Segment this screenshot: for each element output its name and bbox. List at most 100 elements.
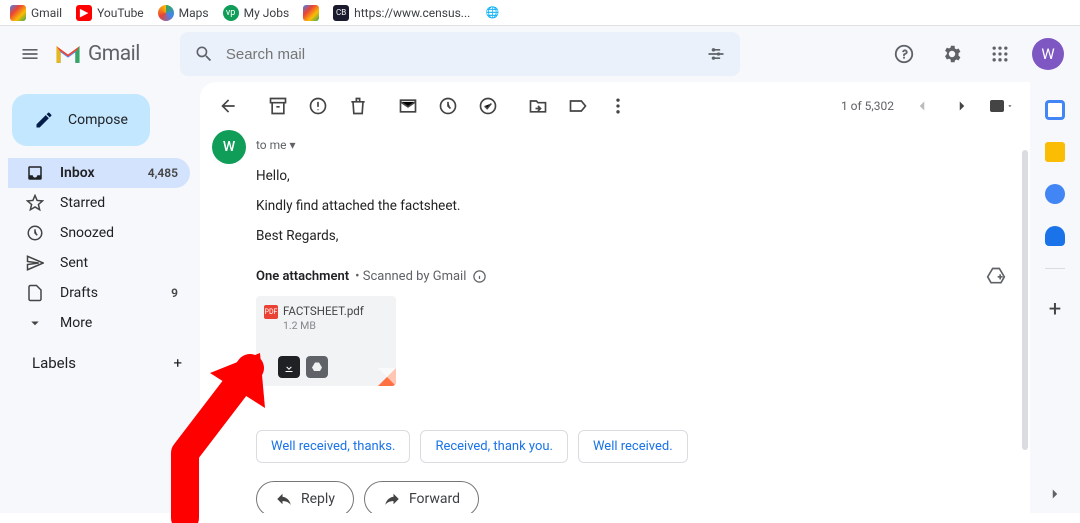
- hide-panel-button[interactable]: [1046, 485, 1064, 503]
- sidebar-item-drafts[interactable]: Drafts 9: [8, 278, 190, 308]
- task-icon: [478, 96, 498, 116]
- get-addons-button[interactable]: +: [1049, 297, 1061, 322]
- move-button[interactable]: [526, 94, 550, 118]
- calendar-app-icon[interactable]: [1045, 100, 1065, 120]
- globe-icon: 🌐: [484, 5, 500, 21]
- account-avatar[interactable]: W: [1032, 38, 1064, 70]
- attachment-card[interactable]: PDFFACTSHEET.pdf 1.2 MB: [256, 296, 396, 386]
- pdf-icon: PDF: [264, 305, 278, 319]
- sidebar-item-sent[interactable]: Sent: [8, 248, 190, 278]
- input-tools-button[interactable]: [990, 94, 1014, 118]
- labels-button[interactable]: [566, 94, 590, 118]
- star-icon: [26, 194, 44, 212]
- message-body: W to me ▾ Hello, Kindly find attached th…: [200, 130, 1030, 513]
- sender-avatar[interactable]: W: [212, 130, 246, 164]
- save-all-drive-button[interactable]: [986, 266, 1006, 286]
- smart-reply-1[interactable]: Well received, thanks.: [256, 430, 410, 463]
- trash-icon: [348, 96, 368, 116]
- gmail-logo[interactable]: Gmail: [54, 42, 140, 66]
- draft-icon: [26, 284, 44, 302]
- sidebar-item-inbox[interactable]: Inbox 4,485: [8, 158, 190, 188]
- chevron-right-icon: [1046, 485, 1064, 503]
- archive-icon: [268, 96, 288, 116]
- info-icon[interactable]: [472, 269, 487, 284]
- snooze-button[interactable]: [436, 94, 460, 118]
- mark-unread-button[interactable]: [396, 94, 420, 118]
- next-message-button[interactable]: [950, 94, 974, 118]
- main-menu-button[interactable]: [8, 32, 52, 76]
- attachment-header: One attachment • Scanned by Gmail: [256, 266, 1006, 286]
- bookmark-gmail[interactable]: Gmail: [10, 5, 62, 21]
- forward-icon: [383, 490, 401, 508]
- apps-button[interactable]: [980, 34, 1020, 74]
- help-icon: [893, 43, 915, 65]
- keep-app-icon[interactable]: [1045, 142, 1065, 162]
- contacts-app-icon[interactable]: [1045, 226, 1065, 246]
- inbox-icon: [26, 164, 44, 182]
- bookmark-globe[interactable]: 🌐: [484, 5, 500, 21]
- back-button[interactable]: [216, 94, 240, 118]
- tasks-app-icon[interactable]: [1045, 184, 1065, 204]
- add-label-button[interactable]: +: [173, 354, 182, 372]
- support-button[interactable]: [884, 34, 924, 74]
- body-line: Kindly find attached the factsheet.: [256, 198, 1006, 214]
- recipient-line[interactable]: to me ▾: [256, 138, 1006, 152]
- message-count: 1 of 5,302: [841, 99, 894, 113]
- chevron-right-icon: [953, 97, 971, 115]
- chevron-left-icon: [913, 97, 931, 115]
- body-line: Hello,: [256, 168, 1006, 184]
- save-to-drive-button[interactable]: [306, 356, 328, 378]
- clock-icon: [26, 224, 44, 242]
- smart-reply-2[interactable]: Received, thank you.: [420, 430, 568, 463]
- message-pane: 1 of 5,302 W to me ▾ Hello, Kindly find …: [200, 82, 1030, 513]
- mail-icon: [398, 96, 418, 116]
- chevron-down-icon: [26, 314, 44, 332]
- sidebar-item-starred[interactable]: Starred: [8, 188, 190, 218]
- spam-button[interactable]: [306, 94, 330, 118]
- add-task-button[interactable]: [476, 94, 500, 118]
- sidebar-item-snoozed[interactable]: Snoozed: [8, 218, 190, 248]
- labels-header: Labels +: [8, 338, 200, 372]
- message-toolbar: 1 of 5,302: [200, 82, 1030, 130]
- scrollbar[interactable]: [1022, 150, 1028, 450]
- delete-button[interactable]: [346, 94, 370, 118]
- drive-icon: [311, 361, 323, 373]
- smart-reply-3[interactable]: Well received.: [578, 430, 688, 463]
- bookmark-m[interactable]: [303, 5, 319, 21]
- attachment-name: PDFFACTSHEET.pdf: [264, 304, 388, 319]
- more-actions-button[interactable]: [606, 94, 630, 118]
- reply-button[interactable]: Reply: [256, 481, 354, 513]
- prev-message-button[interactable]: [910, 94, 934, 118]
- settings-button[interactable]: [932, 34, 972, 74]
- smart-reply-row: Well received, thanks. Received, thank y…: [256, 430, 1006, 463]
- archive-button[interactable]: [266, 94, 290, 118]
- gmail-m-icon: [54, 43, 82, 65]
- bookmark-bar: Gmail ▶YouTube Maps vpMy Jobs CBhttps://…: [0, 0, 1080, 26]
- bookmark-myjobs[interactable]: vpMy Jobs: [223, 5, 290, 21]
- sidebar: Compose Inbox 4,485 Starred Snoozed Sent…: [0, 82, 200, 513]
- arrow-left-icon: [218, 96, 238, 116]
- expand-recipients-icon: ▾: [290, 138, 296, 152]
- compose-button[interactable]: Compose: [12, 94, 150, 146]
- clock-icon: [438, 96, 458, 116]
- search-options-icon[interactable]: [706, 44, 726, 64]
- body-line: Best Regards,: [256, 228, 1006, 244]
- drive-add-icon: [986, 266, 1006, 286]
- bookmark-youtube[interactable]: ▶YouTube: [76, 5, 144, 21]
- search-bar[interactable]: [180, 32, 740, 76]
- download-attachment-button[interactable]: [278, 356, 300, 378]
- label-icon: [568, 96, 588, 116]
- bookmark-maps[interactable]: Maps: [158, 5, 209, 21]
- bookmark-census[interactable]: CBhttps://www.census...: [333, 5, 470, 21]
- send-icon: [26, 254, 44, 272]
- search-input[interactable]: [226, 46, 694, 63]
- more-vert-icon: [608, 96, 628, 116]
- search-icon: [194, 44, 214, 64]
- side-panel: +: [1030, 82, 1080, 513]
- download-icon: [283, 361, 295, 373]
- gmail-wordmark: Gmail: [88, 42, 140, 66]
- sidebar-item-more[interactable]: More: [8, 308, 190, 338]
- app-header: Gmail W: [0, 26, 1080, 82]
- gear-icon: [941, 43, 963, 65]
- forward-button[interactable]: Forward: [364, 481, 479, 513]
